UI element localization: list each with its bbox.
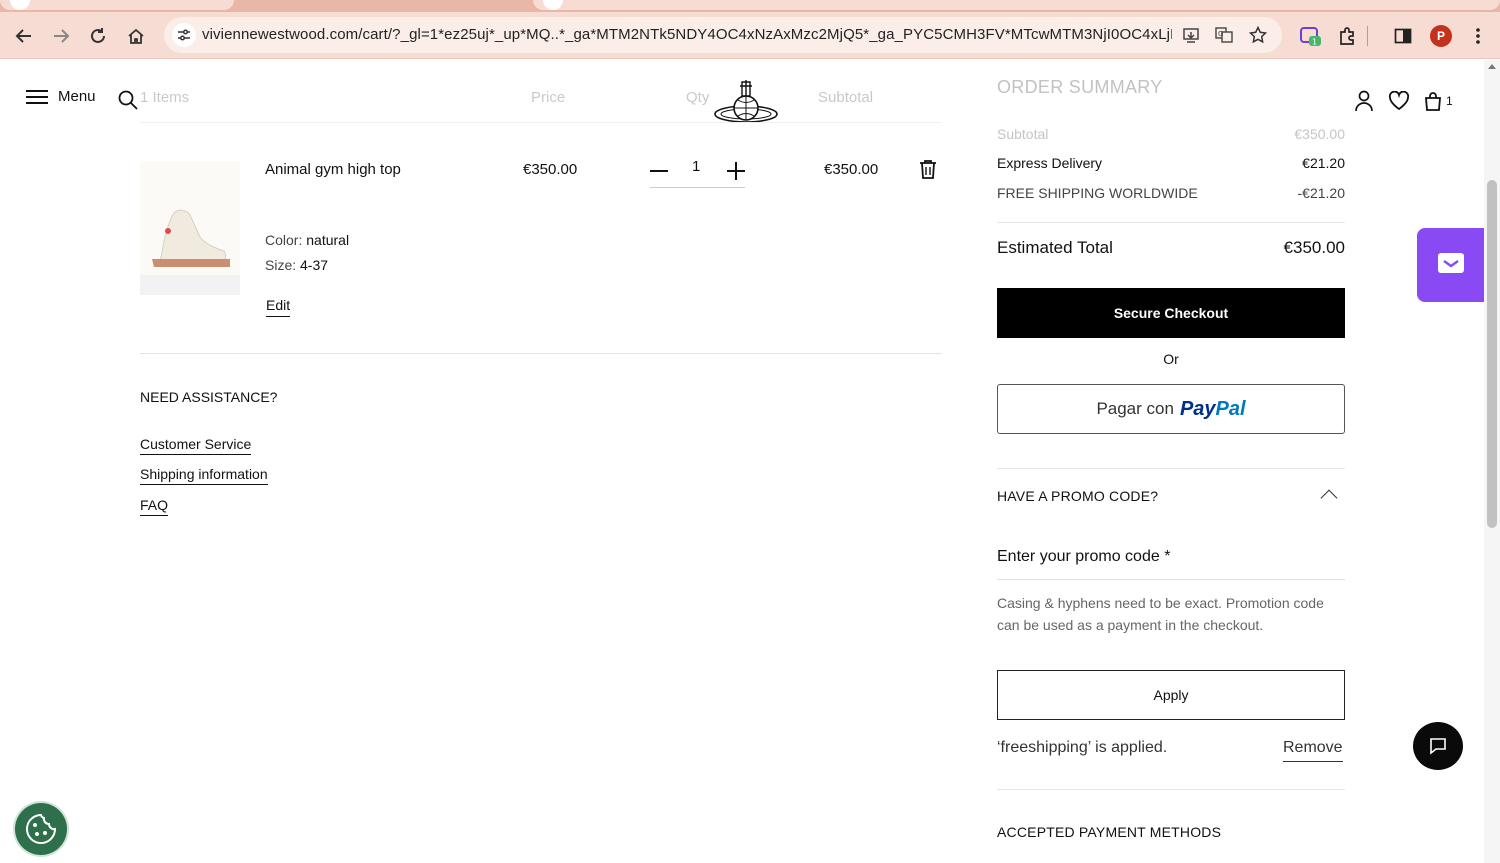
- tab-strip: [0, 0, 1500, 12]
- accepted-payment-title: ACCEPTED PAYMENT METHODS: [997, 824, 1222, 840]
- install-icon[interactable]: [1180, 24, 1202, 46]
- search-icon[interactable]: [118, 90, 138, 115]
- chat-icon[interactable]: [1413, 722, 1463, 770]
- menu-label: Menu: [58, 88, 96, 105]
- product-color: Color: natural: [265, 232, 350, 248]
- tab-inactive[interactable]: [0, 0, 234, 10]
- forward-arrow-icon[interactable]: [47, 22, 75, 50]
- page-scrollbar[interactable]: [1484, 60, 1500, 863]
- product-image[interactable]: [140, 161, 240, 295]
- promo-divider: [997, 468, 1345, 469]
- cart-page: Menu 1 Items Price Qty Subtotal 1 Animal…: [0, 60, 1500, 863]
- promo-code-input[interactable]: [997, 534, 1345, 580]
- heart-icon[interactable]: [1388, 90, 1410, 116]
- translate-icon[interactable]: G: [1213, 24, 1235, 46]
- promo-code-toggle[interactable]: HAVE A PROMO CODE?: [997, 488, 1345, 504]
- extension-icon[interactable]: 1: [1297, 22, 1325, 50]
- qty-increment-button[interactable]: [727, 162, 745, 180]
- promo-applied-text: ‘freeshipping’ is applied.: [997, 739, 1168, 756]
- estimated-total-row: Estimated Total €350.00: [997, 238, 1345, 257]
- remove-promo-link[interactable]: Remove: [1283, 739, 1343, 762]
- orb-logo-icon[interactable]: [712, 78, 780, 133]
- paypal-logo: Pay: [1179, 397, 1216, 420]
- column-subtotal: Subtotal: [818, 89, 874, 106]
- reload-icon[interactable]: [84, 22, 112, 50]
- bag-icon[interactable]: [1424, 91, 1442, 116]
- chat-icon: [1438, 253, 1464, 273]
- header-divider: [140, 122, 942, 123]
- svg-text:1: 1: [1312, 38, 1317, 47]
- account-icon[interactable]: [1354, 90, 1374, 117]
- url-text[interactable]: viviennewestwood.com/cart/?_gl=1*ez25uj*…: [202, 26, 1172, 43]
- promo-note: Casing & hyphens need to be exact. Promo…: [997, 595, 1324, 633]
- puzzle-icon[interactable]: [1334, 22, 1362, 50]
- summary-divider: [997, 222, 1345, 223]
- payment-divider: [997, 789, 1345, 790]
- summary-delivery-row: Express Delivery €21.20: [997, 155, 1345, 171]
- summary-subtotal-row: Subtotal €350.00: [997, 126, 1345, 142]
- apply-promo-button[interactable]: Apply: [997, 670, 1345, 720]
- qty-decrement-button[interactable]: [650, 170, 668, 172]
- trash-icon[interactable]: [919, 159, 937, 184]
- or-separator: Or: [1163, 351, 1179, 367]
- bag-count: 1: [1446, 93, 1453, 108]
- browser-toolbar: viviennewestwood.com/cart/?_gl=1*ez25uj*…: [0, 12, 1500, 59]
- product-subtotal: €350.00: [824, 161, 879, 178]
- profile-avatar[interactable]: P: [1430, 25, 1452, 47]
- edit-item-link[interactable]: Edit: [266, 297, 291, 317]
- column-price: Price: [531, 89, 566, 106]
- scrollbar-thumb[interactable]: [1487, 180, 1497, 528]
- header-actions: 1: [1354, 90, 1453, 117]
- svg-text:G: G: [1218, 30, 1223, 38]
- star-icon[interactable]: [1247, 24, 1269, 46]
- product-name[interactable]: Animal gym high top: [265, 161, 401, 178]
- hamburger-icon: [26, 89, 48, 105]
- kebab-menu-icon[interactable]: [1464, 22, 1492, 50]
- product-price: €350.00: [523, 161, 578, 178]
- summary-free-shipping-row: FREE SHIPPING WORLDWIDE -€21.20: [997, 185, 1345, 201]
- qty-value[interactable]: 1: [692, 158, 700, 175]
- column-items: 1 Items: [140, 89, 190, 106]
- shipping-information-link[interactable]: Shipping information: [140, 466, 268, 485]
- address-bar[interactable]: viviennewestwood.com/cart/?_gl=1*ez25uj*…: [164, 17, 1282, 53]
- assistance-title: NEED ASSISTANCE?: [140, 389, 278, 405]
- column-qty: Qty: [686, 89, 710, 106]
- site-settings-icon[interactable]: [172, 23, 196, 47]
- side-panel-icon[interactable]: [1389, 22, 1417, 50]
- item-divider: [140, 353, 942, 354]
- toolbar-separator: [1364, 22, 1370, 50]
- product-size: Size: 4-37: [265, 257, 329, 273]
- secure-checkout-button[interactable]: Secure Checkout: [997, 288, 1345, 338]
- customer-service-link[interactable]: Customer Service: [140, 436, 252, 455]
- back-arrow-icon[interactable]: [10, 22, 38, 50]
- tab-active[interactable]: [533, 0, 1500, 10]
- quantity-stepper: 1: [650, 156, 745, 188]
- menu-button[interactable]: Menu: [26, 88, 96, 105]
- feedback-widget[interactable]: [1417, 228, 1485, 302]
- faq-link[interactable]: FAQ: [140, 497, 169, 516]
- paypal-button[interactable]: Pagar con Pay Pal: [997, 384, 1345, 434]
- home-icon[interactable]: [122, 22, 150, 50]
- cookie-icon[interactable]: [15, 803, 67, 855]
- scroll-up-arrow[interactable]: [1488, 64, 1496, 69]
- summary-title: ORDER SUMMARY: [997, 77, 1163, 97]
